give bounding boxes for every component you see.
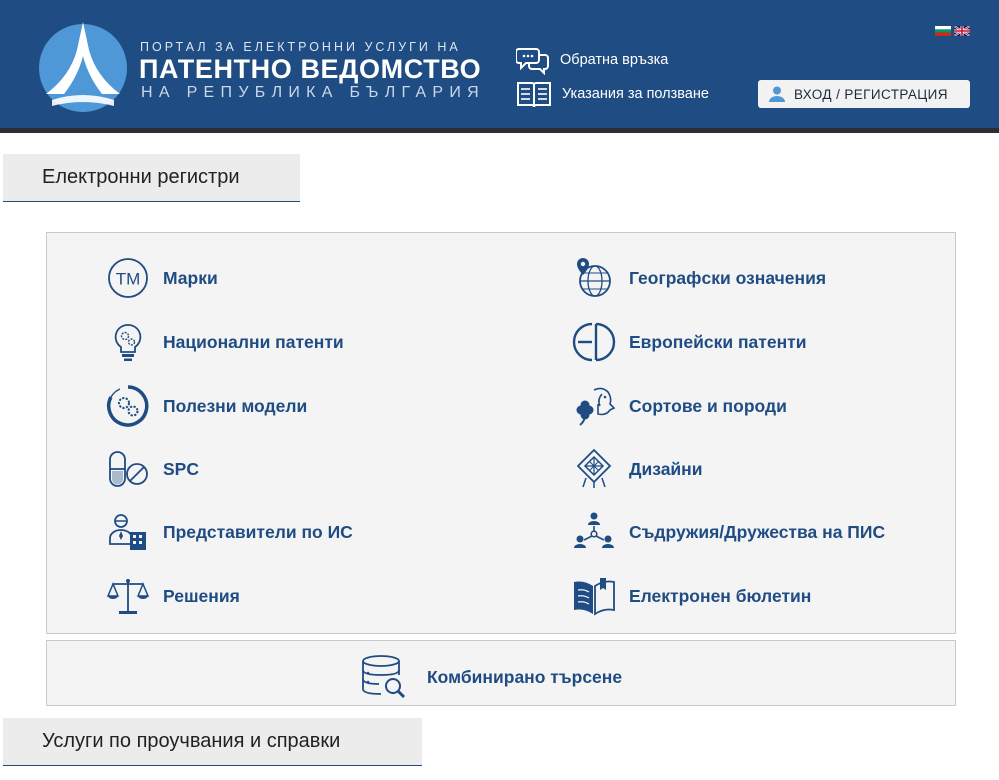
register-link-varieties-breeds[interactable]: Сортове и породи [571, 383, 787, 429]
register-link-european-patents[interactable]: Европейски патенти [571, 319, 807, 365]
gears-circle-icon [105, 383, 151, 429]
register-link-electronic-bulletin[interactable]: Електронен бюлетин [571, 573, 811, 619]
feedback-label: Обратна връзка [560, 52, 669, 68]
register-label: SPC [163, 458, 199, 479]
register-link-spc[interactable]: SPC [105, 446, 199, 492]
uk-flag-icon[interactable] [954, 26, 970, 36]
brand-line3: НА РЕПУБЛИКА БЪЛГАРИЯ [141, 84, 486, 101]
register-link-designs[interactable]: Дизайни [571, 446, 703, 492]
user-icon [769, 86, 785, 102]
pill-icon [105, 446, 151, 492]
register-link-trademarks[interactable]: TM Марки [105, 255, 218, 301]
bg-flag-icon[interactable] [935, 26, 951, 36]
svg-text:TM: TM [116, 270, 141, 289]
register-link-geographical-indications[interactable]: Географски означения [571, 255, 826, 301]
register-label: Дизайни [629, 458, 703, 479]
language-switcher [935, 26, 970, 36]
header-bar: ПОРТАЛ ЗА ЕЛЕКТРОННИ УСЛУГИ НА ПАТЕНТНО … [0, 0, 999, 128]
database-search-icon [362, 655, 406, 699]
globe-pin-icon [571, 255, 617, 301]
brand-title: ПАТЕНТНО ВЕДОМСТВО [139, 54, 482, 84]
login-register-label: ВХОД / РЕГИСТРАЦИЯ [794, 86, 948, 102]
register-label: Представители по ИС [163, 521, 353, 542]
register-label: Полезни модели [163, 395, 308, 416]
ep-logo-icon [571, 319, 617, 365]
page: ПОРТАЛ ЗА ЕЛЕКТРОННИ УСЛУГИ НА ПАТЕНТНО … [0, 0, 999, 780]
representative-icon [105, 509, 151, 555]
register-label: Сортове и породи [629, 395, 787, 416]
section-title-registers: Електронни регистри [3, 154, 300, 202]
login-register-button[interactable]: ВХОД / РЕГИСТРАЦИЯ [758, 80, 970, 108]
register-link-national-patents[interactable]: Национални патенти [105, 319, 344, 365]
book-icon [517, 82, 551, 108]
register-link-ip-representatives[interactable]: Представители по ИС [105, 509, 353, 555]
register-label: Съдружия/Дружества на ПИС [629, 521, 886, 542]
design-diamond-icon [571, 446, 617, 492]
user-guide-label: Указания за ползване [562, 86, 709, 102]
combined-search-button[interactable]: Комбинирано търсене [46, 640, 956, 706]
register-label: Електронен бюлетин [629, 585, 812, 606]
header-divider [0, 128, 999, 133]
feedback-link[interactable]: Обратна връзка [516, 45, 668, 75]
open-book-icon [571, 573, 617, 619]
register-label: Марки [163, 267, 218, 288]
register-link-ip-partnerships[interactable]: Съдружия/Дружества на ПИС [571, 509, 885, 555]
register-label: Географски означения [629, 267, 827, 288]
clover-dog-icon [571, 383, 617, 429]
user-guide-link[interactable]: Указания за ползване [516, 79, 709, 109]
chat-bubbles-icon [516, 48, 549, 75]
register-label: Решения [163, 585, 240, 606]
registers-panel: TM Марки Национални патенти Полезни моде… [46, 232, 956, 634]
trademark-icon: TM [105, 255, 151, 301]
section-title-services: Услуги по проучвания и справки [3, 718, 422, 766]
lightbulb-gears-icon [105, 319, 151, 365]
register-label: Европейски патенти [629, 331, 807, 352]
patent-office-logo[interactable] [38, 16, 128, 114]
network-people-icon [571, 509, 617, 555]
register-link-utility-models[interactable]: Полезни модели [105, 383, 307, 429]
brand-line1: ПОРТАЛ ЗА ЕЛЕКТРОННИ УСЛУГИ НА [140, 40, 461, 54]
scales-icon [105, 573, 151, 619]
combined-search-label: Комбинирано търсене [427, 667, 623, 687]
register-link-decisions[interactable]: Решения [105, 573, 240, 619]
register-label: Национални патенти [163, 331, 344, 352]
